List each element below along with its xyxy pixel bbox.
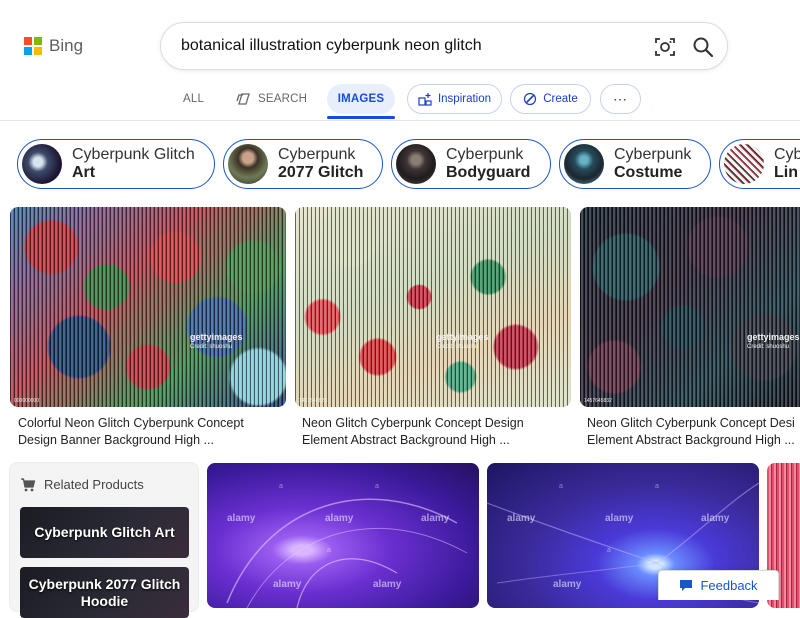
image-id-label: 1457645823 [299, 398, 327, 404]
chip-thumbnail [564, 144, 604, 184]
chip-thumbnail [396, 144, 436, 184]
related-products-header: Related Products [20, 477, 144, 492]
bing-wordmark: Bing [49, 36, 84, 55]
related-search-chip[interactable]: Cyberpunk Bodyguard [391, 139, 551, 189]
chat-bubble-icon [680, 580, 693, 591]
search-box [160, 22, 728, 70]
tab-images[interactable]: IMAGES [327, 84, 395, 114]
result-image[interactable]: gettyimages Credit: shuoshu 1457645832 [580, 207, 800, 407]
search-input[interactable] [181, 35, 631, 57]
alamy-mark: a [559, 483, 563, 490]
alamy-watermark: alamy [701, 513, 730, 524]
sparkle-grid-icon [418, 93, 432, 106]
result-caption[interactable]: Colorful Neon Glitch Cyberpunk Concept D… [18, 415, 284, 449]
image-id-label: 1457645832 [584, 398, 612, 404]
paint-brush-icon [524, 92, 537, 106]
active-tab-indicator [327, 116, 395, 119]
chip-thumbnail [724, 144, 764, 184]
product-label: Cyberpunk Glitch Art [34, 524, 175, 540]
magnifier-icon[interactable] [692, 36, 714, 58]
alamy-watermark: alamy [507, 513, 536, 524]
feedback-label: Feedback [700, 578, 758, 593]
chip-label: Cyberpunk 2077 Glitch [278, 146, 364, 181]
alamy-mark: a [327, 547, 331, 554]
related-search-chip[interactable]: Cyberpunk Costume [559, 139, 711, 189]
related-products-title: Related Products [44, 477, 144, 492]
chip-label: Cyberpunk Costume [614, 146, 692, 181]
tab-images-label: IMAGES [337, 93, 385, 105]
create-label: Create [543, 93, 578, 105]
tab-search[interactable]: SEARCH [236, 84, 307, 114]
more-options-button[interactable]: ⋯ [600, 84, 641, 114]
getty-watermark: gettyimages Credit: shuoshu [190, 332, 243, 350]
result-caption[interactable]: Neon Glitch Cyberpunk Concept Desi Eleme… [587, 415, 800, 449]
alamy-watermark: alamy [273, 579, 302, 590]
result-image[interactable]: alamy alamy alamy alamy alamy a a a [207, 463, 479, 608]
getty-watermark: gettyimages Credit: shuoshu [747, 332, 800, 350]
alamy-watermark: alamy [227, 513, 256, 524]
create-button[interactable]: Create [510, 84, 591, 114]
fractal-swirl-graphic [226, 498, 468, 608]
tab-all-label: ALL [183, 93, 205, 105]
inspiration-label: Inspiration [437, 93, 492, 105]
inspiration-button[interactable]: Inspiration [407, 84, 502, 114]
related-products-panel: Related Products Cyberpunk Glitch Art Cy… [9, 462, 199, 618]
microsoft-logo-icon [24, 37, 42, 55]
copilot-icon [236, 93, 250, 105]
alamy-watermark: alamy [605, 513, 634, 524]
alamy-mark: a [375, 483, 379, 490]
related-search-chip[interactable]: Cyb Lin [719, 139, 800, 189]
product-label: Cyberpunk 2077 Glitch Hoodie [28, 575, 181, 609]
alamy-watermark: alamy [553, 579, 582, 590]
result-image[interactable]: gettyimages Credit: shuoshu 1457645823 [295, 207, 571, 407]
alamy-mark: a [607, 547, 611, 554]
chip-label: Cyberpunk Bodyguard [446, 146, 531, 181]
related-search-chip[interactable]: Cyberpunk 2077 Glitch [223, 139, 383, 189]
camera-lens-icon[interactable] [654, 36, 676, 58]
chip-label: Cyberpunk Glitch Art [72, 146, 195, 181]
shopping-cart-icon [21, 477, 36, 491]
tab-all[interactable]: ALL [183, 84, 204, 114]
bing-logo[interactable]: Bing [24, 36, 83, 56]
related-search-chip[interactable]: Cyberpunk Glitch Art [17, 139, 215, 189]
chip-label: Cyb Lin [774, 146, 800, 181]
product-card[interactable]: Cyberpunk Glitch Art [20, 507, 189, 558]
chip-thumbnail [228, 144, 268, 184]
getty-watermark: gettyimages Credit: shuoshu [436, 332, 489, 350]
search-scope-nav: ALL SEARCH IMAGES Inspiration Create ⋯ [0, 84, 800, 120]
alamy-mark: a [279, 483, 283, 490]
product-card[interactable]: Cyberpunk 2077 Glitch Hoodie [20, 567, 189, 618]
alamy-mark: a [655, 483, 659, 490]
chip-thumbnail [22, 144, 62, 184]
result-caption[interactable]: Neon Glitch Cyberpunk Concept Design Ele… [302, 415, 568, 449]
more-icon: ⋯ [613, 90, 628, 107]
feedback-button[interactable]: Feedback [658, 570, 779, 600]
image-id-label: 000000000 [14, 398, 40, 404]
alamy-watermark: alamy [325, 513, 354, 524]
alamy-watermark: alamy [421, 513, 450, 524]
tab-search-label: SEARCH [258, 93, 308, 105]
alamy-watermark: alamy [373, 579, 402, 590]
header-divider [0, 120, 800, 121]
result-image[interactable]: gettyimages Credit: shuoshu 000000000 [10, 207, 286, 407]
